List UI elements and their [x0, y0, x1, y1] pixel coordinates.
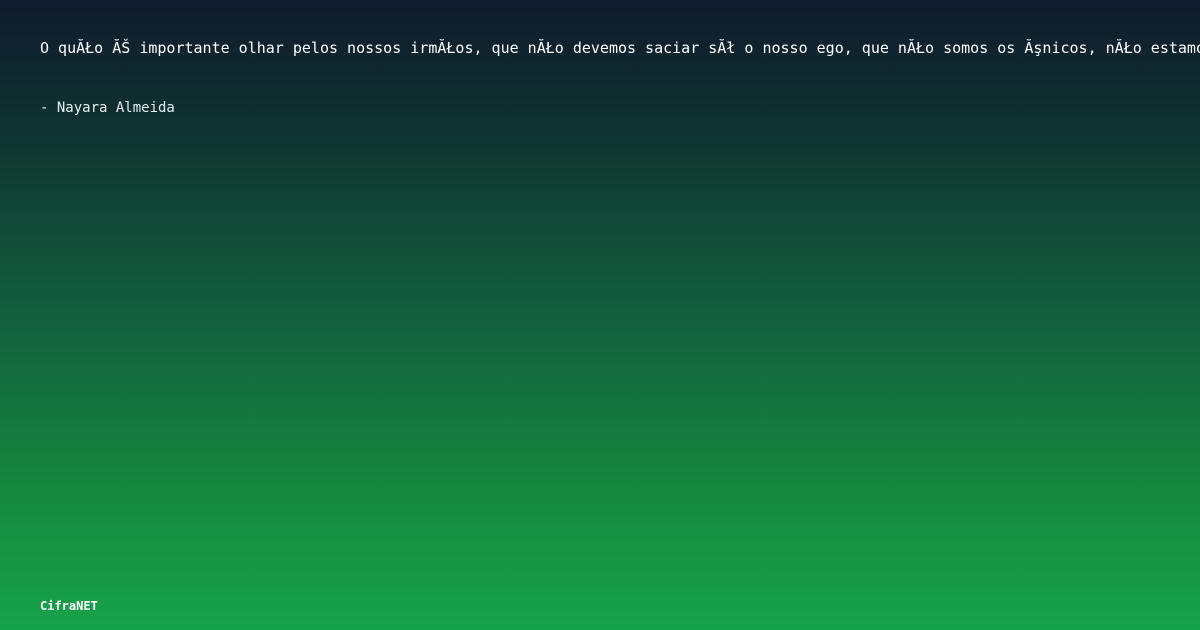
- brand-logo-text: CifraNET: [40, 599, 98, 613]
- quote-author: - Nayara Almeida: [40, 100, 175, 116]
- quote-text: O quĂŁo ĂŠ importante olhar pelos nossos…: [40, 39, 1200, 57]
